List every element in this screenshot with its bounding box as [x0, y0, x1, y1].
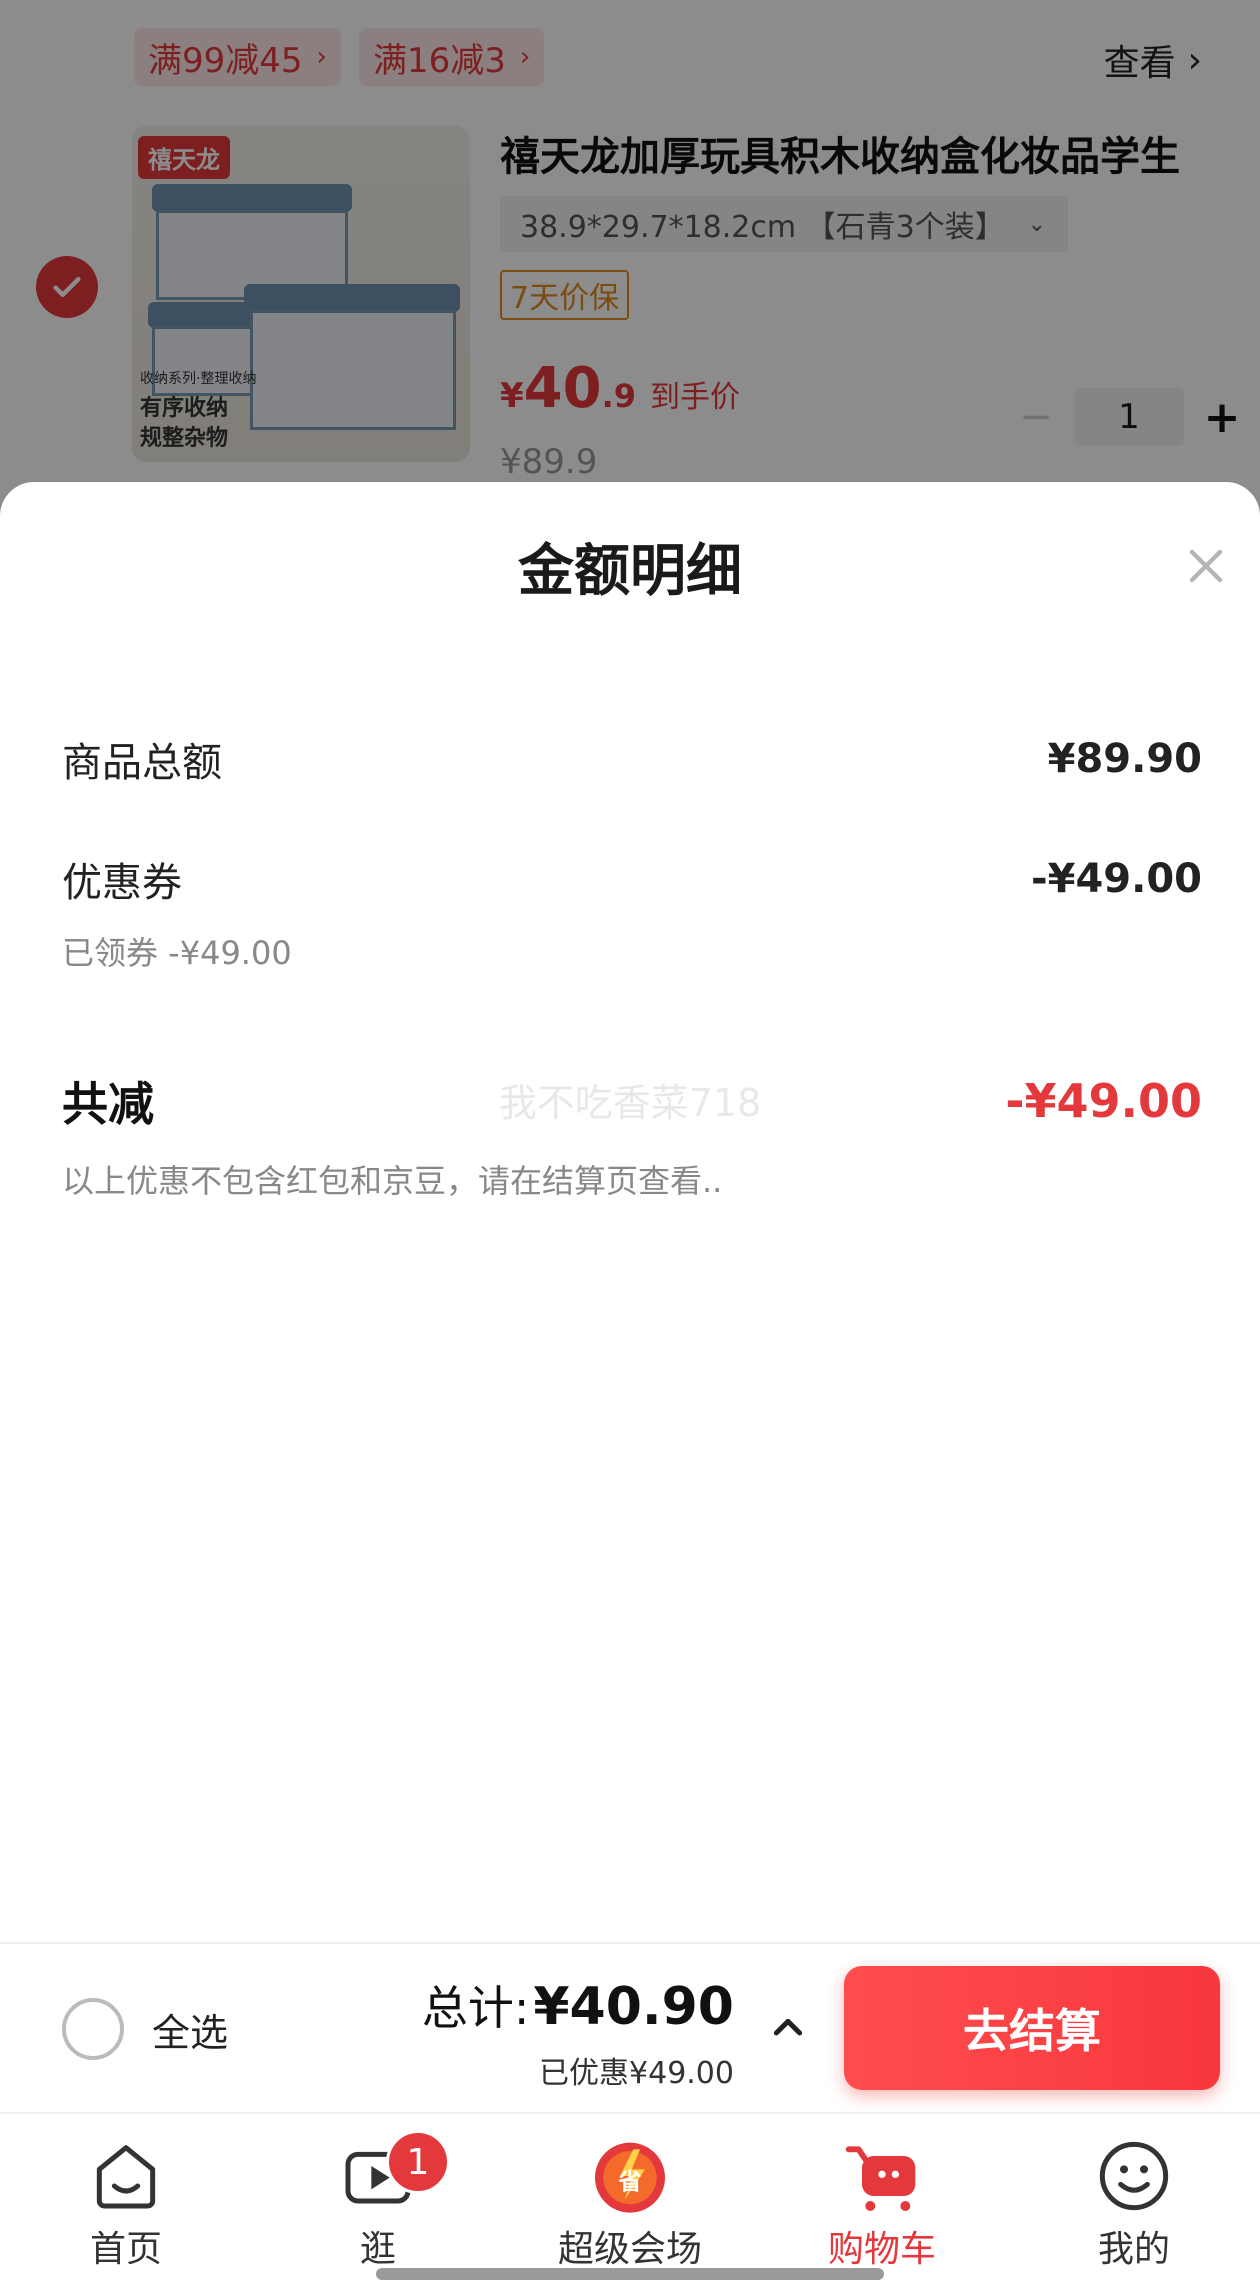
goods-total-row: 商品总额 ¥89.90 [62, 730, 1202, 788]
modal-backdrop[interactable] [0, 0, 1260, 520]
notification-badge: 1 [386, 2130, 450, 2194]
tab-cart[interactable]: 购物车 [756, 2114, 1008, 2286]
super-venue-icon: 省 [595, 2142, 665, 2213]
tab-home[interactable]: 首页 [0, 2114, 252, 2286]
tab-label: 我的 [1097, 2229, 1170, 2270]
close-button[interactable] [1182, 542, 1230, 590]
tab-label: 超级会场 [557, 2229, 702, 2270]
tab-browse[interactable]: 1 逛 [252, 2114, 504, 2286]
select-all-label: 全选 [152, 2010, 229, 2055]
tab-label: 购物车 [827, 2229, 936, 2270]
coupon-row: 优惠券 -¥49.00 [62, 850, 1202, 908]
discount-note: 以上优惠不包含红包和京豆，请在结算页查看.. [62, 1162, 723, 1200]
checkout-button[interactable]: 去结算 [844, 1966, 1220, 2090]
goods-total-value: ¥89.90 [1047, 736, 1202, 782]
coupon-value: -¥49.00 [1031, 856, 1202, 902]
checkout-bar: 全选 总计: ¥40.90 已优惠¥49.00 去结算 [0, 1942, 1260, 2112]
tab-label: 首页 [89, 2229, 162, 2270]
watermark: 我不吃香菜718 [498, 1081, 762, 1125]
goods-total-label: 商品总额 [62, 740, 222, 786]
select-all-toggle[interactable]: 全选 [62, 1998, 228, 2060]
smiley-icon [1099, 2141, 1169, 2211]
svg-text:省: 省 [617, 2167, 641, 2195]
coupon-label: 优惠券 [62, 860, 182, 906]
total-summary[interactable]: 总计: ¥40.90 已优惠¥49.00 [422, 1972, 734, 2092]
select-all-radio[interactable] [62, 1998, 124, 2060]
home-icon [96, 2145, 156, 2209]
close-icon [1189, 549, 1223, 583]
chevron-up-icon[interactable] [768, 2008, 808, 2048]
sheet-title: 金额明细 [518, 539, 742, 604]
saved-amount: 已优惠¥49.00 [539, 2056, 734, 2091]
tab-label: 逛 [359, 2229, 396, 2270]
total-line: 总计: ¥40.90 [422, 1972, 734, 2038]
cart-icon [845, 2146, 916, 2211]
tab-super-venue[interactable]: 省 超级会场 [504, 2114, 756, 2286]
coupon-sub-text: 已领券 -¥49.00 [62, 934, 292, 972]
price-detail-sheet: 金额明细 商品总额 ¥89.90 优惠券 -¥49.00 已领券 -¥49.00… [0, 482, 1260, 1942]
bottom-tab-bar: 首页 1 逛 省 超级会场 购物车 我的 [0, 2112, 1260, 2286]
total-amount: ¥40.90 [533, 1977, 734, 2037]
total-label: 总计: [421, 1981, 530, 2035]
home-indicator[interactable] [376, 2268, 884, 2280]
tab-me[interactable]: 我的 [1008, 2114, 1260, 2286]
